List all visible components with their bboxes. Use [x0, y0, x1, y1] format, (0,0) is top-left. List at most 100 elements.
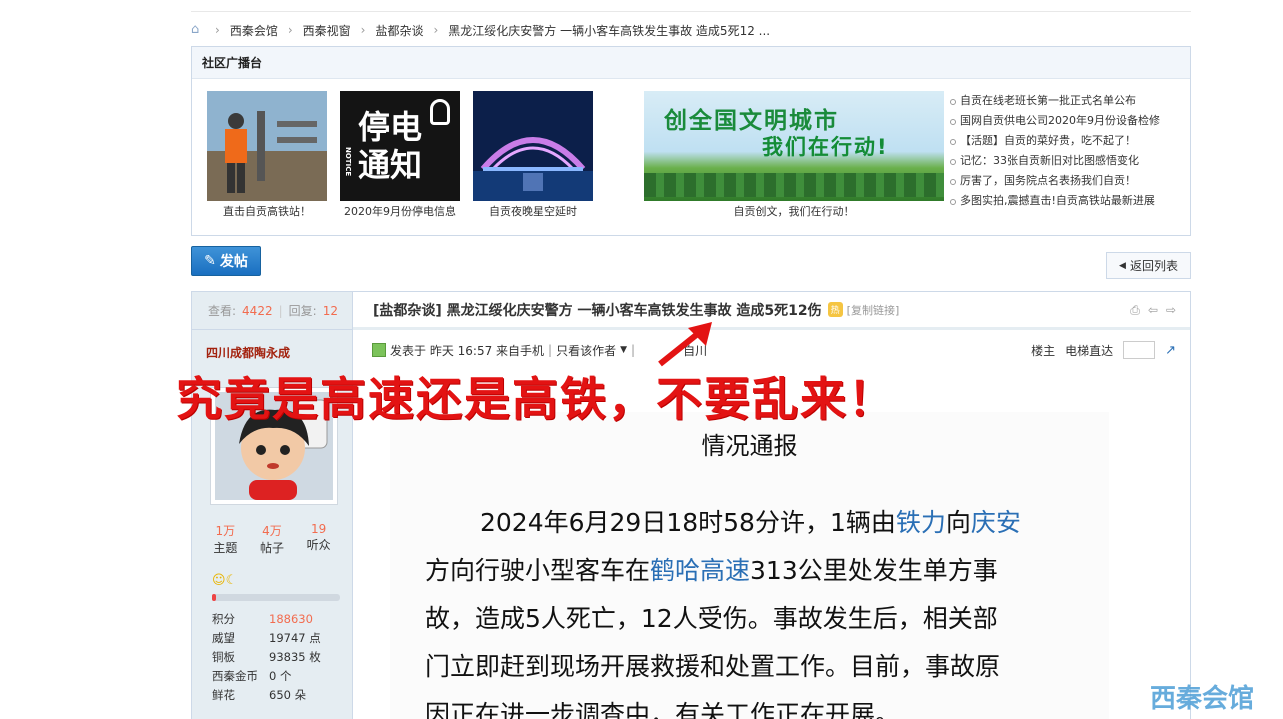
red-arrow-icon: [658, 322, 712, 367]
thumb-item[interactable]: 自贡夜晚星空延时: [473, 91, 593, 219]
only-author-link[interactable]: 只看该作者: [556, 342, 616, 359]
notice-text: 通知: [358, 146, 423, 184]
place-link-qingan[interactable]: 庆安: [971, 508, 1021, 537]
banner[interactable]: 创全国文明城市 我们在行动! 自贡创文，我们在行动！: [644, 91, 944, 219]
meta-divider: |: [631, 343, 636, 357]
floor-label: 楼主: [1031, 343, 1056, 358]
banner-caption[interactable]: 自贡创文，我们在行动！: [644, 203, 944, 219]
breadcrumb-separator: ›: [433, 23, 439, 37]
copy-link[interactable]: [复制链接]: [847, 302, 900, 318]
meta-right: 楼主 电梯直达 ↗: [1031, 341, 1176, 359]
breadcrumb: ⌂ › 西秦会馆 › 西秦视窗 › 盐都杂谈 › 黑龙江绥化庆安警方 一辆小客车…: [191, 20, 1191, 40]
user-props: 积分 188630 威望 19747 点 铜板 93835 枚 西秦金币 0 个 鲜花 6…: [212, 610, 321, 705]
place-link-tieli[interactable]: 铁力: [896, 508, 946, 537]
prop-value: 93835 枚: [269, 650, 321, 664]
report-line: 因正在进一步调查中，有关工作正在开展。: [425, 700, 901, 719]
breadcrumb-separator: ›: [287, 23, 293, 37]
prop-value: 188630: [269, 612, 313, 626]
thumb-item[interactable]: 直击自贡高铁站！: [207, 91, 327, 219]
count-value: 4万: [262, 524, 282, 538]
new-post-label: 发帖: [219, 254, 248, 270]
back-to-list-button[interactable]: ◀ 返回列表: [1106, 252, 1191, 279]
views-count: 4422: [242, 303, 273, 318]
replies-label: 回复:: [288, 304, 317, 318]
report-line: 方向行驶小型客车在鹤哈高速313公里处发生单方事: [425, 547, 1085, 595]
report-text: 313公里处发生单方事: [750, 556, 998, 585]
stats-divider: |: [278, 303, 283, 318]
level-icons: ☺☾: [212, 573, 237, 588]
prop-row: 鲜花 650 朵: [212, 686, 321, 705]
dropdown-icon[interactable]: ▼: [620, 345, 627, 355]
news-item[interactable]: 【活题】自贡的菜好贵，吃不起了！: [950, 131, 1160, 151]
author-name[interactable]: 四川成都陶永成: [192, 330, 352, 361]
breadcrumb-current[interactable]: 黑龙江绥化庆安警方 一辆小客车高铁发生事故 造成5死12 ...: [448, 22, 770, 39]
top-bar: [191, 0, 1191, 12]
count-posts[interactable]: 4万 帖子: [260, 522, 284, 556]
banner-image-civilized-city[interactable]: 创全国文明城市 我们在行动!: [644, 91, 944, 201]
post-content: 情况通报 2024年6月29日18时58分许，1辆由铁力向庆安 方向行驶小型客车…: [390, 412, 1109, 719]
report-body: 2024年6月29日18时58分许，1辆由铁力向庆安 方向行驶小型客车在鹤哈高速…: [425, 499, 1085, 719]
report-text: 2024年6月29日18时58分许，1辆由: [480, 508, 896, 537]
news-item[interactable]: 多图实拍,震撼直击!自贡高铁站最新进展: [950, 191, 1160, 211]
hot-badge-icon: 热: [827, 302, 843, 317]
breadcrumb-separator: ›: [215, 23, 220, 37]
thumb-image-power-notice[interactable]: 停电 通知 NOTICE: [340, 91, 460, 201]
print-icon[interactable]: ⎙: [1130, 303, 1140, 318]
count-value: 1万: [215, 524, 236, 538]
prop-key: 鲜花: [212, 688, 235, 702]
breadcrumb-item[interactable]: 西秦视窗: [303, 22, 351, 39]
home-icon[interactable]: ⌂: [191, 23, 205, 36]
thumb-image-construction[interactable]: [207, 91, 327, 201]
thumb-item[interactable]: 停电 通知 NOTICE 2020年9月份停电信息: [340, 91, 460, 219]
thread-tools: ⎙ ⇦ ⇨: [1130, 303, 1176, 318]
report-text: 方向行驶小型客车在: [425, 556, 651, 585]
level-progress-fill: [212, 594, 216, 601]
place-link-hehagaosu[interactable]: 鹤哈高速: [650, 556, 750, 585]
community-title: 社区广播台: [192, 47, 1190, 79]
banner-text: 我们在行动!: [762, 135, 889, 159]
thumb-caption[interactable]: 自贡夜晚星空延时: [473, 203, 593, 219]
prop-key: 积分: [212, 612, 235, 626]
level-progress: [212, 594, 340, 601]
count-topics[interactable]: 1万 主题: [213, 522, 237, 556]
breadcrumb-item[interactable]: 盐都杂谈: [375, 22, 423, 39]
user-counts: 1万 主题 4万 帖子 19 听众: [202, 522, 342, 556]
breadcrumb-separator: ›: [360, 23, 366, 37]
sun-icon: ☺: [212, 573, 226, 588]
prop-value: 650 朵: [269, 688, 307, 702]
thumb-caption[interactable]: 直击自贡高铁站！: [207, 203, 327, 219]
notice-text: 停电: [358, 108, 423, 146]
prop-key: 西秦金币: [212, 669, 258, 683]
news-item[interactable]: 厉害了，国务院点名表扬我们自贡！: [950, 171, 1160, 191]
jump-go-icon[interactable]: ↗: [1165, 343, 1176, 358]
prop-key: 铜板: [212, 650, 235, 664]
next-thread-icon[interactable]: ⇨: [1166, 303, 1176, 318]
prop-row: 西秦金币 0 个: [212, 667, 321, 686]
news-item[interactable]: 国网自贡供电公司2020年9月份设备检修: [950, 111, 1160, 131]
report-line: 2024年6月29日18时58分许，1辆由铁力向庆安: [425, 499, 1085, 547]
count-label: 帖子: [259, 541, 284, 555]
report-title: 情况通报: [701, 432, 798, 460]
report-line: 故，造成5人死亡，12人受伤。事故发生后，相关部: [425, 604, 998, 633]
banner-trees: [644, 173, 944, 197]
author-sidebar: 查看: 4422 | 回复: 12 四川成都陶永成 1万 主题 4万 帖子 19…: [192, 292, 353, 719]
floor-jump-input[interactable]: [1123, 341, 1156, 359]
views-label: 查看:: [208, 304, 237, 318]
report-text: 向: [945, 508, 971, 537]
new-post-button[interactable]: ✎ 发帖: [191, 246, 261, 276]
prev-thread-icon[interactable]: ⇦: [1148, 303, 1158, 318]
prop-row: 威望 19747 点: [212, 629, 321, 648]
news-item[interactable]: 记忆：33张自贡新旧对比图感悟变化: [950, 151, 1160, 171]
lightbulb-icon: [430, 99, 450, 125]
pencil-icon: ✎: [204, 253, 216, 269]
notice-text: NOTICE: [344, 147, 352, 177]
prop-row: 积分 188630: [212, 610, 321, 629]
breadcrumb-item[interactable]: 西秦会馆: [230, 22, 278, 39]
thumb-image-night-bridge[interactable]: [473, 91, 593, 201]
thumb-caption[interactable]: 2020年9月份停电信息: [340, 203, 460, 219]
count-followers[interactable]: 19 听众: [307, 522, 331, 556]
thread-title-row: [盐都杂谈] 黑龙江绥化庆安警方 一辆小客车高铁发生事故 造成5死12伤 热 […: [353, 292, 1190, 330]
post-meta: 发表于 昨天 16:57 来自手机 | 只看该作者 ▼ | 自川 楼主 电梯直达…: [372, 340, 1176, 360]
report-line: 门立即赶到现场开展救援和处置工作。目前，事故原: [425, 652, 1001, 681]
news-item[interactable]: 自贡在线老班长第一批正式名单公布: [950, 91, 1160, 111]
